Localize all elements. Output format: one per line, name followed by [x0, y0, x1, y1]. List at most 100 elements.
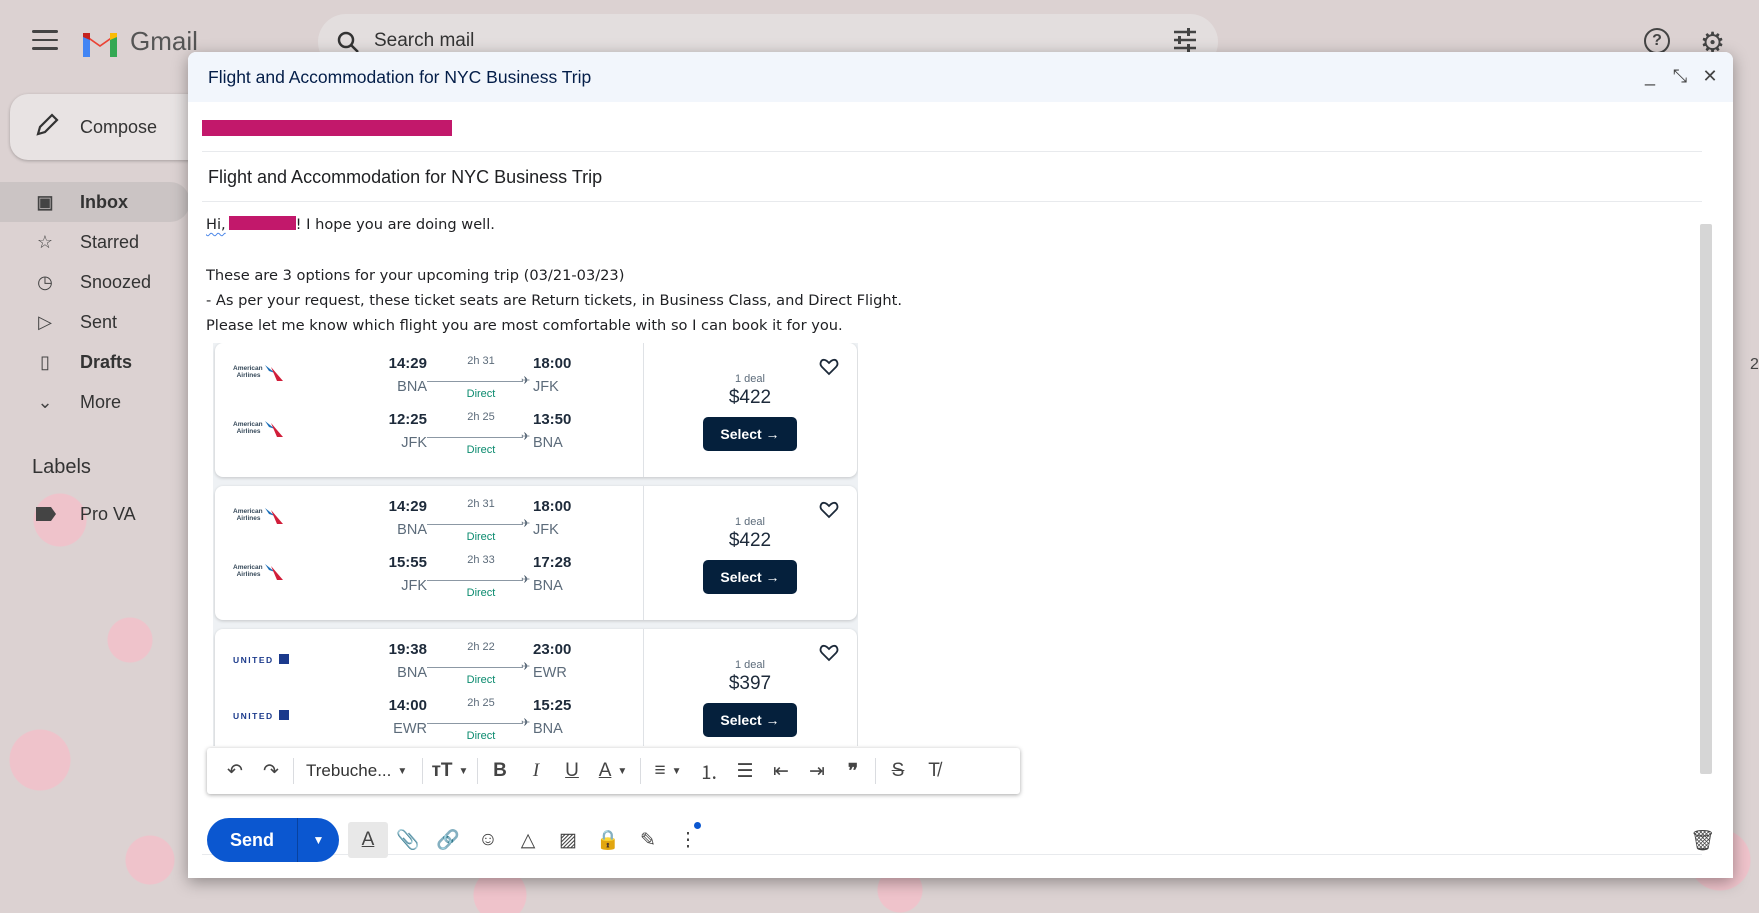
underline-icon[interactable]: U: [554, 756, 590, 786]
emoji-icon[interactable]: ☺: [468, 822, 508, 858]
flight-path-line: [427, 437, 523, 438]
departure-time: 15:55: [388, 554, 427, 571]
caret-down-icon: ▼: [617, 765, 628, 777]
sidebar-item-more[interactable]: ⌄ More: [0, 382, 190, 422]
flight-stops: Direct: [466, 587, 496, 599]
gmail-wordmark: Gmail: [130, 26, 198, 56]
font-name: Trebuche...: [306, 761, 392, 780]
insert-photo-icon[interactable]: ▨: [548, 822, 588, 858]
departure-airport: BNA: [397, 522, 427, 538]
bulleted-list-icon[interactable]: ☰: [727, 756, 763, 786]
flight-card: American Airlines 14:29 BNA 2h 31 ✈ Dire…: [215, 343, 857, 477]
price: $397: [728, 673, 772, 694]
greeting-rest: ! I hope you are doing well.: [295, 216, 495, 233]
star-icon: ☆: [36, 231, 54, 252]
chevron-down-icon: ⌄: [37, 391, 53, 412]
redo-icon[interactable]: ↷: [253, 756, 289, 786]
align-icon[interactable]: ≡ ▼: [645, 756, 691, 786]
confidential-mode-icon[interactable]: 🔒: [588, 822, 628, 858]
send-button-group: Send ▼: [207, 818, 339, 862]
send-button[interactable]: Send: [207, 818, 297, 862]
font-size-icon[interactable]: тT ▼: [427, 756, 473, 786]
search-input[interactable]: Search mail: [374, 30, 474, 52]
select-button[interactable]: Select →: [703, 417, 797, 451]
insert-link-icon[interactable]: 🔗: [428, 822, 468, 858]
label-icon: [36, 507, 56, 521]
nav-list: ▣ Inbox ☆ Starred ◷ Snoozed ▷ Sent ▯ Dra…: [0, 182, 190, 422]
attach-file-icon[interactable]: 📎: [388, 822, 428, 858]
body-line-2: - As per your request, these ticket seat…: [206, 292, 902, 309]
flight-path-line: [427, 667, 523, 668]
arrival-airport: EWR: [533, 665, 567, 681]
select-button[interactable]: Select →: [703, 560, 797, 594]
undo-icon[interactable]: ↶: [217, 756, 253, 786]
sidebar-item-starred[interactable]: ☆ Starred: [0, 222, 190, 262]
formatting-options-icon[interactable]: A: [348, 822, 388, 858]
search-icon[interactable]: [336, 30, 360, 54]
flight-duration: 2h 31: [467, 498, 495, 510]
sidebar-item-inbox[interactable]: ▣ Inbox: [0, 182, 190, 222]
exit-fullscreen-icon[interactable]: ⤡: [1671, 66, 1689, 86]
schedule-send-dropdown[interactable]: ▼: [298, 818, 339, 862]
departure-time: 14:00: [388, 697, 427, 714]
flight-stops: Direct: [466, 730, 496, 742]
body-scrollbar[interactable]: [1700, 224, 1712, 774]
italic-icon[interactable]: I: [518, 756, 554, 786]
gmail-logo[interactable]: Gmail: [80, 26, 198, 57]
close-icon[interactable]: ✕: [1701, 66, 1719, 86]
sidebar-item-drafts[interactable]: ▯ Drafts: [0, 342, 190, 382]
numbered-list-icon[interactable]: ⒈: [691, 756, 727, 786]
united-airlines-logo: UNITED: [233, 705, 303, 727]
search-options-icon[interactable]: [1172, 28, 1198, 52]
sidebar-item-snoozed[interactable]: ◷ Snoozed: [0, 262, 190, 302]
indent-more-icon[interactable]: ⇥: [799, 756, 835, 786]
flight-leg: American Airlines 15:55 JFK 2h 33 ✈ Dire…: [215, 544, 643, 600]
plane-icon: ✈: [521, 661, 531, 673]
indent-less-icon[interactable]: ⇤: [763, 756, 799, 786]
departure-airport: JFK: [401, 435, 427, 451]
flight-path-line: [427, 580, 523, 581]
sidebar-label-pro-va[interactable]: Pro VA: [0, 494, 190, 534]
recipients-field[interactable]: [202, 102, 1702, 152]
greeting-hi: Hi,: [206, 216, 226, 233]
toolbar-separator: [477, 758, 478, 784]
subject-input[interactable]: Flight and Accommodation for NYC Busines…: [208, 167, 602, 188]
body-line-3: Please let me know which flight you are …: [206, 317, 843, 334]
sidebar-item-sent[interactable]: ▷ Sent: [0, 302, 190, 342]
minimize-icon[interactable]: _: [1641, 66, 1659, 86]
signature-icon[interactable]: ✎: [628, 822, 668, 858]
flight-duration: 2h 33: [467, 554, 495, 566]
arrival-time: 15:25: [533, 697, 572, 714]
flight-stops: Direct: [466, 444, 496, 456]
strikethrough-icon[interactable]: S: [880, 756, 916, 786]
trash-icon[interactable]: 🗑: [1690, 828, 1715, 853]
compose-label: Compose: [80, 117, 158, 137]
price-column: 1 deal $422 Select →: [643, 486, 857, 620]
bold-icon[interactable]: B: [482, 756, 518, 786]
arrival-airport: JFK: [533, 379, 559, 395]
help-icon[interactable]: ?: [1644, 28, 1670, 54]
select-button[interactable]: Select →: [703, 703, 797, 737]
main-menu-icon[interactable]: [32, 30, 58, 50]
font-family-select[interactable]: Trebuche... ▼: [298, 756, 418, 786]
subject-field[interactable]: Flight and Accommodation for NYC Busines…: [202, 152, 1702, 202]
departure-airport: BNA: [397, 665, 427, 681]
google-drive-icon[interactable]: △: [508, 822, 548, 858]
united-wordmark: UNITED: [233, 655, 274, 665]
redacted-name: [228, 216, 296, 230]
remove-formatting-icon[interactable]: T̸: [916, 756, 952, 786]
text-color-icon[interactable]: A ▼: [590, 756, 636, 786]
more-options-icon[interactable]: ⋮: [668, 822, 708, 858]
flight-stops: Direct: [466, 388, 496, 400]
toolbar-separator: [422, 758, 423, 784]
gmail-m-icon: [83, 32, 117, 57]
compose-button[interactable]: Compose: [10, 94, 210, 160]
departure-airport: BNA: [397, 379, 427, 395]
departure-airport: JFK: [401, 578, 427, 594]
edge-fragment: 2: [1750, 356, 1759, 373]
quote-icon[interactable]: ❞: [835, 756, 871, 786]
flight-duration: 2h 31: [467, 355, 495, 367]
notification-dot: [694, 822, 701, 829]
labels-heading: Labels: [32, 456, 91, 478]
compose-header[interactable]: Flight and Accommodation for NYC Busines…: [188, 52, 1733, 102]
